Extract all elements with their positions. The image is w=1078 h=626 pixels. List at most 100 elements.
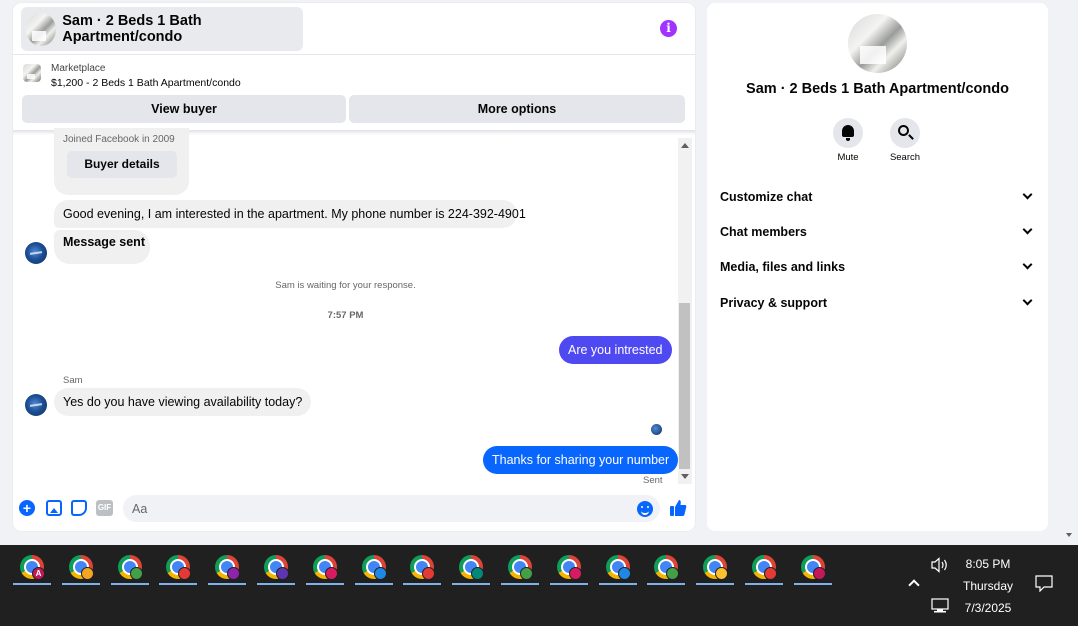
profile-badge-icon — [812, 567, 826, 580]
running-indicator — [257, 583, 295, 585]
joined-facebook-text: Joined Facebook in 2009 — [63, 134, 175, 145]
taskbar-chrome-icon[interactable] — [110, 553, 149, 585]
clock-day[interactable]: Thursday — [958, 579, 1018, 593]
running-indicator — [793, 583, 832, 585]
marketplace-listing-row[interactable]: Marketplace $1,200 - 2 Beds 1 Bath Apart… — [13, 56, 695, 94]
taskbar-chrome-icon[interactable] — [354, 553, 393, 585]
chat-members-row[interactable]: Chat members — [707, 217, 1048, 247]
running-indicator — [208, 583, 247, 585]
clock-time[interactable]: 8:05 PM — [958, 557, 1018, 571]
profile-badge-icon — [373, 567, 387, 580]
taskbar-chrome-icon[interactable] — [208, 553, 247, 585]
conversation-title-button[interactable]: Sam · 2 Beds 1 Bath Apartment/condo — [21, 7, 303, 51]
scroll-up-arrow-icon[interactable] — [681, 143, 689, 148]
running-indicator — [549, 583, 588, 585]
running-indicator — [61, 583, 100, 585]
listing-thumbnail — [26, 12, 57, 46]
message-input[interactable] — [123, 495, 660, 522]
info-icon[interactable]: i — [660, 20, 677, 37]
buyer-details-button[interactable]: Buyer details — [67, 151, 177, 178]
profile-badge-icon — [178, 567, 192, 580]
taskbar-chrome-icon[interactable] — [403, 553, 442, 585]
view-buyer-button[interactable]: View buyer — [22, 95, 346, 123]
taskbar-chrome-icon[interactable] — [501, 553, 539, 585]
conversation-title: Sam · 2 Beds 1 Bath Apartment/condo — [62, 13, 202, 45]
profile-badge-icon — [129, 567, 143, 580]
profile-badge-icon — [324, 567, 338, 580]
message-bubble-incoming[interactable]: Yes do you have viewing availability tod… — [54, 388, 312, 416]
menu-label: Media, files and links — [720, 260, 846, 274]
taskbar-chrome-icon[interactable] — [305, 553, 344, 585]
running-indicator — [452, 583, 491, 585]
message-bubble-incoming[interactable]: Good evening, I am interested in the apa… — [54, 200, 526, 228]
marketplace-label: Marketplace — [51, 63, 106, 74]
page-scroll-down-arrow-icon[interactable] — [1066, 533, 1072, 537]
chevron-down-icon — [1022, 259, 1033, 270]
emoji-icon[interactable] — [637, 501, 653, 517]
sender-avatar[interactable] — [25, 394, 47, 416]
privacy-support-row[interactable]: Privacy & support — [707, 288, 1048, 318]
message-bubble-incoming[interactable]: Message sent — [54, 230, 150, 264]
taskbar-chrome-icon[interactable] — [696, 553, 735, 585]
taskbar-chrome-icon[interactable] — [598, 553, 637, 585]
taskbar-chrome-icon[interactable]: A — [13, 553, 51, 585]
search-label: Search — [889, 152, 921, 163]
volume-icon[interactable] — [931, 557, 949, 573]
chevron-down-icon — [1022, 224, 1033, 235]
menu-label: Privacy & support — [720, 296, 827, 310]
running-indicator — [13, 583, 51, 585]
gif-icon[interactable]: GIF — [96, 500, 113, 516]
taskbar-chrome-icon[interactable] — [452, 553, 491, 585]
read-receipt-avatar — [651, 424, 662, 435]
profile-badge-icon — [471, 567, 485, 580]
sent-status: Sent — [643, 475, 663, 486]
taskbar-chrome-icon[interactable] — [793, 553, 832, 585]
profile-badge-icon: A — [32, 567, 45, 580]
scrollbar-thumb[interactable] — [679, 303, 690, 469]
message-bubble-outgoing[interactable]: Thanks for sharing your number — [483, 446, 679, 474]
marketplace-thumbnail — [23, 64, 41, 82]
running-indicator — [159, 583, 198, 585]
running-indicator — [745, 583, 783, 585]
customize-chat-row[interactable]: Customize chat — [707, 182, 1048, 212]
taskbar-chrome-icon[interactable] — [61, 553, 100, 585]
info-panel-title: Sam · 2 Beds 1 Bath Apartment/condo — [746, 81, 1009, 97]
clock-date[interactable]: 7/3/2025 — [958, 601, 1018, 615]
message-bubble-outgoing[interactable]: Are you intrested — [559, 336, 672, 364]
scroll-down-arrow-icon[interactable] — [681, 474, 689, 479]
chat-panel: Sam · 2 Beds 1 Bath Apartment/condo i Ma… — [13, 3, 695, 531]
chevron-down-icon — [1022, 295, 1033, 306]
notification-center-icon[interactable] — [1035, 575, 1053, 592]
taskbar-chrome-icon[interactable] — [257, 553, 295, 585]
search-button[interactable] — [890, 118, 920, 148]
message-timestamp: 7:57 PM — [327, 310, 364, 321]
running-indicator — [647, 583, 686, 585]
windows-taskbar: A 8:05 PM Thursday 7/3/2025 — [0, 545, 1078, 626]
running-indicator — [598, 583, 637, 585]
running-indicator — [696, 583, 735, 585]
photo-icon[interactable] — [46, 500, 62, 516]
network-icon[interactable] — [931, 598, 949, 613]
sender-name: Sam — [63, 375, 83, 386]
menu-label: Customize chat — [720, 190, 813, 204]
profile-badge-icon — [617, 567, 631, 580]
message-composer: + GIF — [13, 492, 695, 526]
taskbar-chrome-icon[interactable] — [549, 553, 588, 585]
mute-button[interactable] — [833, 118, 863, 148]
thumbs-up-icon[interactable] — [669, 499, 687, 517]
taskbar-chrome-icon[interactable] — [647, 553, 686, 585]
running-indicator — [354, 583, 393, 585]
more-options-button[interactable]: More options — [349, 95, 685, 123]
profile-badge-icon — [568, 567, 582, 580]
listing-avatar[interactable] — [848, 14, 907, 73]
plus-icon[interactable]: + — [19, 500, 35, 516]
sender-avatar[interactable] — [25, 242, 47, 264]
sticker-icon[interactable] — [71, 500, 87, 516]
media-files-links-row[interactable]: Media, files and links — [707, 252, 1048, 282]
running-indicator — [110, 583, 149, 585]
show-hidden-icons-chevron-icon[interactable] — [908, 579, 920, 591]
listing-title: $1,200 - 2 Beds 1 Bath Apartment/condo — [51, 77, 241, 89]
profile-badge-icon — [520, 567, 533, 580]
taskbar-chrome-icon[interactable] — [745, 553, 783, 585]
taskbar-chrome-icon[interactable] — [159, 553, 198, 585]
